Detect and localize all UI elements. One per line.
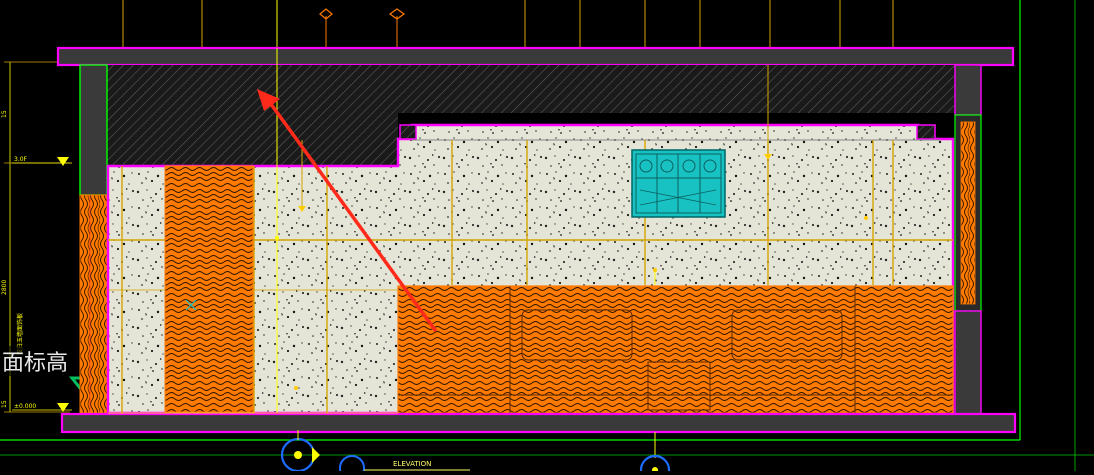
elevation-callout: ELEVATION: [339, 455, 470, 475]
right-column-upper: [954, 64, 982, 116]
right-column-lower: [954, 310, 982, 415]
left-column: [79, 64, 108, 196]
ceiling-hatch-left: [106, 113, 398, 166]
ceiling-hatch-upper: [106, 65, 955, 113]
decorative-glass-screen: [631, 149, 726, 218]
cad-elevation-drawing: 15 2800 15 汉白玉墙面饰板 3.0F ±0.000 面标高 ELEVA…: [0, 0, 1094, 475]
section-callout-left: [280, 430, 320, 473]
left-wood-panel: [164, 165, 254, 413]
dim-lower: 15: [1, 400, 8, 408]
right-column-wood-strip: [960, 121, 976, 305]
level-lower-text: ±0.000: [14, 403, 36, 410]
level-marker-upper: 3.0F: [12, 156, 72, 166]
floor-slab: [60, 412, 1017, 434]
top-ceiling-beam: [56, 46, 1015, 67]
section-callout-right: [639, 432, 671, 475]
floor-level-label: 面标高: [2, 351, 68, 376]
dim-upper: 15: [1, 110, 8, 118]
lower-wood-counter: [397, 285, 954, 414]
left-column-wood-cladding: [79, 194, 108, 414]
vertical-leader-lines: [122, 0, 894, 48]
level-marker-lower: ±0.000: [12, 403, 72, 412]
level-upper-text: 3.0F: [14, 156, 28, 163]
dim-middle: 2800: [1, 280, 8, 295]
elevation-canvas: 15 2800 15 汉白玉墙面饰板 3.0F ±0.000 面标高 ELEVA…: [0, 0, 1094, 475]
elevation-title: ELEVATION: [393, 460, 431, 468]
